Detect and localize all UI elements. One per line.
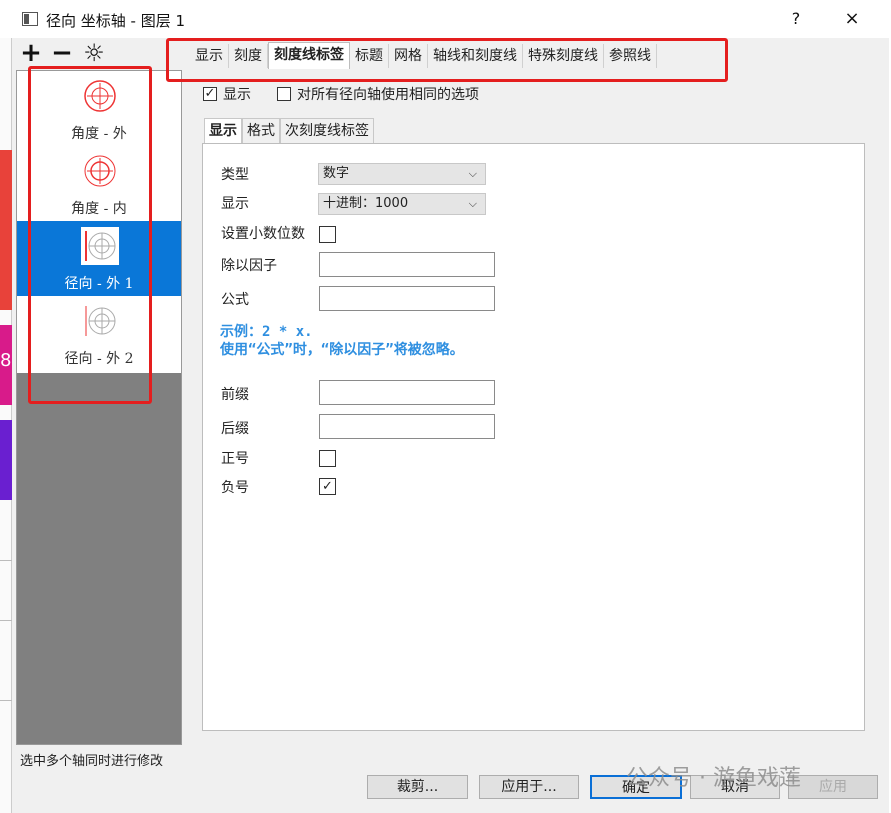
type-label: 类型	[221, 167, 249, 183]
chevron-down-icon: ⌵	[468, 197, 477, 210]
background-gridline	[0, 560, 12, 561]
formula-example: 示例：2 * x.	[220, 324, 313, 340]
apply-button: 应用	[788, 775, 878, 799]
settings-icon[interactable]: ☼	[80, 40, 108, 66]
show-checkbox-label: 显示	[223, 87, 251, 103]
subtab-format[interactable]: 格式	[242, 118, 280, 143]
watermark: 公众号 · 游鱼戏莲	[626, 766, 801, 791]
same-options-checkbox[interactable]	[277, 87, 291, 101]
display-select[interactable]: 十进制：1000 ⌵	[318, 193, 486, 215]
multi-select-hint: 选中多个轴同时进行修改	[20, 754, 164, 769]
highlight-box-axis-list	[28, 66, 152, 404]
formula-label: 公式	[221, 292, 249, 308]
background-pie-slice	[0, 150, 12, 310]
display-label: 显示	[221, 196, 249, 212]
background-gridline	[0, 620, 12, 621]
prefix-input[interactable]	[319, 380, 495, 405]
title-bar: 径向 坐标轴 - 图层 1 ? ×	[0, 0, 891, 38]
formula-input[interactable]	[319, 286, 495, 311]
plus-sign-label: 正号	[221, 451, 249, 467]
highlight-box-tabs	[166, 38, 728, 82]
display-select-value: 十进制：1000	[323, 196, 409, 211]
window-icon	[22, 12, 38, 26]
chevron-down-icon: ⌵	[468, 167, 477, 180]
sub-tab-bar: 显示 格式 次刻度线标签	[204, 118, 374, 143]
background-pie-slice	[0, 420, 12, 500]
background-gridline	[0, 700, 12, 701]
divide-factor-label: 除以因子	[221, 258, 277, 274]
minus-sign-checkbox[interactable]: ✓	[319, 478, 336, 495]
window-title: 径向 坐标轴 - 图层 1	[46, 12, 186, 30]
crop-button[interactable]: 裁剪...	[367, 775, 468, 799]
minus-sign-label: 负号	[221, 480, 249, 496]
decimal-places-checkbox[interactable]	[319, 226, 336, 243]
plus-sign-checkbox[interactable]	[319, 450, 336, 467]
decimal-places-label: 设置小数位数	[221, 226, 305, 242]
subtab-minor-tick-labels[interactable]: 次刻度线标签	[280, 118, 374, 143]
type-select-value: 数字	[323, 166, 350, 181]
divide-factor-input[interactable]	[319, 252, 495, 277]
prefix-label: 前缀	[221, 387, 249, 403]
suffix-label: 后缀	[221, 421, 249, 437]
apply-to-button[interactable]: 应用于...	[479, 775, 579, 799]
close-button[interactable]: ×	[840, 8, 864, 29]
add-axis-button[interactable]: +	[17, 40, 45, 66]
help-button[interactable]: ?	[786, 9, 806, 28]
same-options-checkbox-label: 对所有径向轴使用相同的选项	[297, 87, 479, 103]
show-checkbox[interactable]: ✓	[203, 87, 217, 101]
suffix-input[interactable]	[319, 414, 495, 439]
type-select[interactable]: 数字 ⌵	[318, 163, 486, 185]
background-pie-label: 8	[0, 350, 12, 371]
subtab-display[interactable]: 显示	[204, 118, 242, 143]
formula-note: 使用“公式”时，“除以因子”将被忽略。	[220, 342, 464, 358]
remove-axis-button[interactable]: −	[48, 40, 76, 66]
